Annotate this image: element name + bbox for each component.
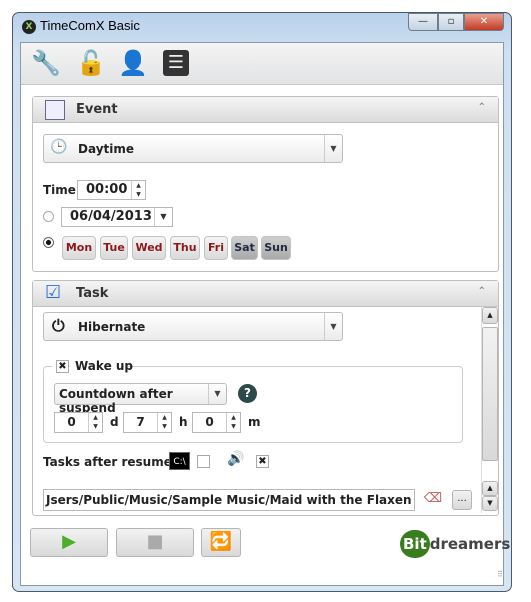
- collapse-icon[interactable]: ⌃: [478, 102, 486, 113]
- day-wed[interactable]: Wed: [132, 236, 166, 260]
- task-panel-header[interactable]: ☑ Task ⌃: [33, 281, 498, 307]
- date-value: 06/04/2013: [70, 209, 152, 224]
- days-value: 0: [67, 415, 76, 429]
- clear-icon[interactable]: ⌫: [423, 491, 443, 509]
- minutes-value: 0: [205, 415, 214, 429]
- window-title: TimeComX Basic: [40, 18, 140, 33]
- date-input[interactable]: 06/04/2013 ▼: [61, 207, 173, 227]
- scroll-up-button[interactable]: ▲: [482, 307, 498, 324]
- days-stepper[interactable]: ▲ ▼: [88, 413, 102, 432]
- repeat-button[interactable]: 🔁: [201, 528, 241, 557]
- logo-part2: dreamers: [429, 535, 511, 553]
- date-radio[interactable]: [43, 211, 54, 222]
- cmd-label: C:\: [173, 457, 186, 467]
- scroll-down-button[interactable]: ▼: [482, 496, 498, 511]
- wakeup-checkbox[interactable]: ✖: [56, 360, 69, 373]
- days-unit: d: [110, 415, 119, 429]
- logo-part1: Bit: [400, 530, 430, 558]
- task-title: Task: [76, 286, 109, 301]
- command-prompt-icon: C:\: [169, 452, 190, 470]
- wrench-icon[interactable]: 🔧: [31, 48, 61, 78]
- user-icon[interactable]: 👤: [118, 48, 148, 78]
- power-icon: ⏻: [52, 316, 65, 335]
- time-value: 00:00: [86, 182, 128, 197]
- day-fri[interactable]: Fri: [204, 236, 228, 260]
- browse-button[interactable]: ...: [452, 490, 472, 510]
- wakeup-mode-dropdown[interactable]: Countdown after suspend ▼: [54, 383, 227, 415]
- task-action-dropdown[interactable]: ⏻ Hibernate ▼: [43, 312, 343, 341]
- days-input[interactable]: 0 ▲ ▼: [54, 412, 103, 433]
- maximize-button[interactable]: ▫: [438, 13, 464, 31]
- clock-calendar-icon: 🕒: [50, 139, 68, 155]
- weekdays-radio[interactable]: [43, 237, 54, 248]
- chevron-down-icon: ▼: [324, 135, 342, 162]
- minutes-input[interactable]: 0 ▲ ▼: [192, 412, 241, 433]
- resize-grip[interactable]: ⠿: [497, 570, 503, 579]
- scroll-thumb[interactable]: [482, 327, 498, 461]
- resume-label: Tasks after resume: [43, 455, 172, 469]
- unlock-icon[interactable]: 🔓: [76, 48, 106, 78]
- sound-path-input[interactable]: Jsers/Public/Music/Sample Music/Maid wit…: [43, 489, 415, 511]
- event-type-dropdown[interactable]: 🕒 Daytime ▼: [43, 134, 343, 163]
- checkmark-icon: ☑: [45, 282, 62, 303]
- wakeup-mode-value: Countdown after suspend: [59, 387, 173, 415]
- hours-input[interactable]: 7 ▲ ▼: [123, 412, 172, 433]
- speaker-icon: 🔊: [227, 451, 245, 467]
- sound-checkbox[interactable]: ✖: [256, 455, 269, 468]
- day-tue[interactable]: Tue: [100, 236, 128, 260]
- minutes-stepper[interactable]: ▲ ▼: [226, 413, 240, 432]
- collapse-icon[interactable]: ⌃: [478, 286, 486, 297]
- cmd-checkbox[interactable]: [197, 455, 210, 468]
- hours-value: 7: [136, 415, 145, 429]
- event-title: Event: [76, 102, 118, 117]
- chevron-down-icon: ▼: [208, 384, 226, 404]
- time-input[interactable]: 00:00 ▲ ▼: [77, 180, 146, 200]
- time-label: Time: [43, 183, 76, 197]
- hours-stepper[interactable]: ▲ ▼: [157, 413, 171, 432]
- stop-icon: ■: [146, 531, 164, 552]
- stop-button[interactable]: ■: [116, 528, 194, 557]
- log-icon[interactable]: ☰: [163, 50, 189, 76]
- task-action-value: Hibernate: [78, 320, 146, 334]
- app-icon: X: [22, 20, 36, 34]
- chevron-down-icon[interactable]: ▼: [154, 208, 172, 226]
- help-icon[interactable]: ?: [238, 384, 257, 403]
- event-panel-header[interactable]: Event ⌃: [33, 97, 498, 123]
- scroll-up-button[interactable]: ▲: [482, 481, 498, 496]
- bitdreamers-logo: Bit dreamers: [400, 530, 510, 558]
- calendar-icon: [45, 100, 65, 120]
- sound-path-value: Jsers/Public/Music/Sample Music/Maid wit…: [46, 493, 414, 507]
- play-icon: ▶: [62, 531, 76, 552]
- event-type-value: Daytime: [78, 142, 135, 156]
- day-sat[interactable]: Sat: [231, 236, 258, 260]
- minimize-button[interactable]: —: [408, 13, 438, 31]
- play-button[interactable]: ▶: [30, 528, 108, 557]
- day-thu[interactable]: Thu: [170, 236, 200, 260]
- wakeup-label: Wake up: [75, 359, 134, 373]
- day-mon[interactable]: Mon: [62, 236, 96, 260]
- chevron-down-icon: ▼: [324, 313, 342, 340]
- minutes-unit: m: [248, 415, 261, 429]
- day-sun[interactable]: Sun: [261, 236, 291, 260]
- close-button[interactable]: ✕: [464, 13, 504, 31]
- hours-unit: h: [179, 415, 188, 429]
- scrollbar[interactable]: ▲ ▲ ▼: [481, 307, 498, 513]
- time-stepper[interactable]: ▲ ▼: [131, 181, 145, 199]
- repeat-icon: 🔁: [209, 531, 233, 552]
